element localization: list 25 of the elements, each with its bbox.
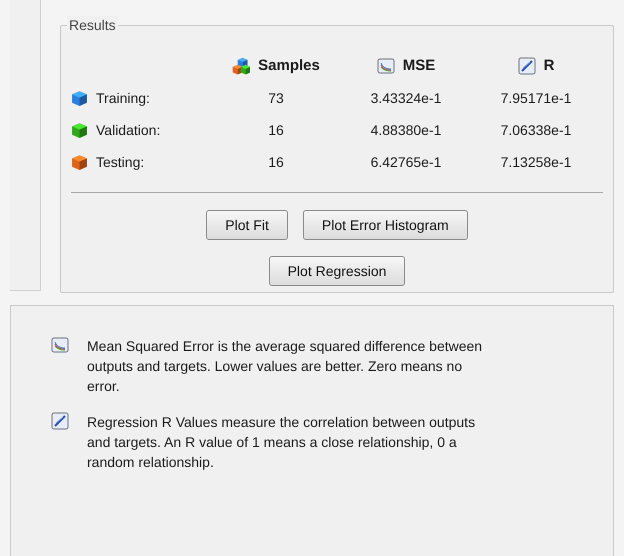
table-value: 3.43324e-1 <box>370 88 442 108</box>
column-header: MSE <box>402 56 436 76</box>
chart-icon <box>51 336 69 354</box>
column-header: Samples <box>258 56 320 76</box>
cubes-icon <box>232 57 250 75</box>
diagonal-plot-icon <box>51 412 69 430</box>
plot-button[interactable]: Plot Fit <box>206 210 288 240</box>
row-label: Validation: <box>96 120 160 140</box>
table-value: 4.88380e-1 <box>370 120 442 140</box>
table-value: 7.06338e-1 <box>500 120 572 140</box>
table-value: 73 <box>268 88 284 108</box>
table-value: 16 <box>268 152 284 172</box>
chart-icon <box>376 57 395 75</box>
row-label: Training: <box>96 88 150 108</box>
diagonal-plot-icon <box>518 57 536 75</box>
plot-button[interactable]: Plot Regression <box>268 256 406 286</box>
table-value: 6.42765e-1 <box>370 152 442 172</box>
info-text: Regression R Values measure the correlation between outputs and targets. An R value of 1 means a close relationship, 0 a random relationship. <box>87 413 476 472</box>
plot-button[interactable]: Plot Error Histogram <box>302 210 468 240</box>
column-header: R <box>544 56 554 76</box>
table-value: 16 <box>268 120 284 140</box>
info-text: Mean Squared Error is the average squared difference between outputs and targets. Lower values are better. Zero means no error. <box>87 337 484 396</box>
row-label: Testing: <box>96 152 144 172</box>
table-value: 7.95171e-1 <box>500 88 572 108</box>
table-value: 7.13258e-1 <box>500 152 572 172</box>
